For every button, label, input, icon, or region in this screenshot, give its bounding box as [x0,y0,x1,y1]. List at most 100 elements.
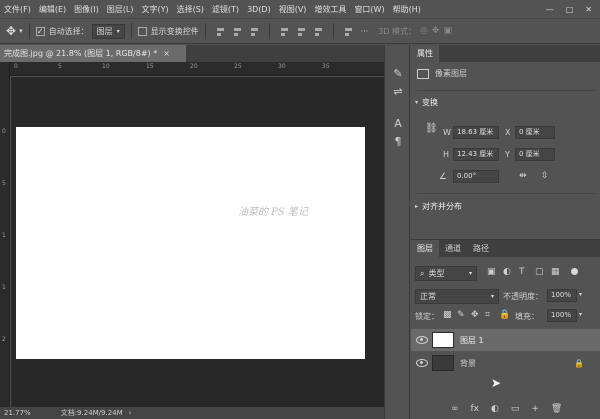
chevron-down-icon[interactable]: ▾ [579,311,582,318]
flip-vertical-icon[interactable]: ⇳ [541,171,549,181]
link-layers-icon[interactable]: ∞ [451,404,459,414]
menu-type[interactable]: 文字(Y) [137,4,172,15]
chevron-down-icon[interactable]: ▾ [579,291,582,298]
video-3d-icon[interactable]: ▣ [443,26,452,36]
tab-layers[interactable]: 图层 [411,240,439,257]
blend-mode-value: 正常 [420,292,436,301]
filter-adjustment-icon[interactable]: ◐ [503,267,511,277]
flip-horizontal-icon[interactable]: ⇹ [519,171,527,181]
tab-channels[interactable]: 通道 [439,240,467,257]
menu-plugins[interactable]: 增效工具 [310,4,350,15]
auto-select-checkbox[interactable]: ✓ [35,26,45,36]
character-icon[interactable]: A [391,117,405,131]
link-dimensions-icon[interactable]: ⛓ [425,123,438,134]
delete-layer-icon[interactable]: 🗑 [551,404,562,414]
layer-filter-dropdown[interactable]: ⌕ 类型 ▾ [415,266,477,281]
brush-icon[interactable]: ✎ [391,67,405,81]
ruler-tick: 20 [190,63,198,70]
visibility-eye-icon[interactable] [416,359,428,367]
filter-shape-icon[interactable]: ▢ [535,267,544,277]
menu-layer[interactable]: 图层(L) [103,4,138,15]
lock-transparent-icon[interactable]: ▩ [443,310,452,320]
menu-filter[interactable]: 滤镜(T) [208,4,243,15]
ruler-tick: 1 [2,284,6,291]
layer-row-layer1[interactable]: 图层 1 [411,329,600,351]
ruler-tick: 25 [234,63,242,70]
align-middle-v-icon[interactable] [296,26,307,37]
menu-file[interactable]: 文件(F) [0,4,35,15]
divider [268,23,270,39]
align-center-h-icon[interactable] [232,26,243,37]
document-tab[interactable]: 完成图.jpg @ 21.8% (图层 1, RGB/8#) * × [0,45,186,62]
divider [28,23,30,39]
new-layer-icon[interactable]: + [531,404,539,414]
zoom-level[interactable]: 21.77% [4,409,31,417]
transform-header[interactable]: ▾ 变换 [415,97,438,108]
menu-select[interactable]: 选择(S) [173,4,208,15]
close-window-button[interactable]: ✕ [585,5,592,14]
align-right-icon[interactable] [249,26,260,37]
width-field[interactable]: 18.63 厘米 [453,126,499,139]
menu-image[interactable]: 图像(I) [70,4,103,15]
menu-3d[interactable]: 3D(D) [243,5,275,14]
layer-row-background[interactable]: 背景 🔒 [411,352,600,374]
layer-name[interactable]: 图层 1 [460,335,484,346]
adjustments-icon[interactable]: ⇌ [391,85,405,99]
document-canvas[interactable] [16,127,365,359]
layers-tabbar: 图层 通道 路径 [411,240,600,257]
distribute-icon[interactable] [343,26,354,37]
align-bottom-icon[interactable] [313,26,324,37]
new-group-icon[interactable]: ▭ [511,404,520,414]
opacity-field[interactable]: 100% [547,289,577,302]
document-info: 文档:9.24M/9.24M [60,409,123,417]
minimize-button[interactable]: — [546,5,554,14]
add-mask-icon[interactable]: ◐ [491,404,499,414]
menu-view[interactable]: 视图(V) [275,4,311,15]
lock-position-icon[interactable]: ✥ [471,310,479,320]
x-label: X [505,128,511,137]
maximize-button[interactable]: □ [566,5,574,14]
height-field[interactable]: 12.43 厘米 [453,148,499,161]
move-tool-icon[interactable]: ✥ [6,24,16,38]
status-bar: 21.77% 文档:9.24M/9.24M › [0,407,384,419]
pan-3d-icon[interactable]: ✥ [432,26,440,36]
status-menu-arrow[interactable]: › [129,409,132,417]
collapsed-panel-dock: ✎ ⇌ A ¶ [384,45,410,419]
divider [417,90,595,91]
tool-preset-chevron-icon[interactable]: ▾ [19,27,23,35]
paragraph-icon[interactable]: ¶ [391,135,405,149]
menu-window[interactable]: 窗口(W) [350,4,388,15]
x-field[interactable]: 0 厘米 [515,126,555,139]
visibility-eye-icon[interactable] [416,336,428,344]
lock-pixels-icon[interactable]: ✎ [457,310,465,320]
show-transform-checkbox[interactable] [137,26,147,36]
align-left-icon[interactable] [215,26,226,37]
ruler-tick: 0 [2,128,6,135]
orbit-3d-icon[interactable]: ◎ [420,26,428,36]
blend-mode-dropdown[interactable]: 正常 ▾ [415,289,499,304]
layer-name[interactable]: 背景 [460,358,476,369]
ruler-tick: 5 [58,63,62,70]
align-distribute-header[interactable]: ▸ 对齐并分布 [415,201,462,212]
divider [130,23,132,39]
filter-toggle-icon[interactable] [571,268,578,275]
close-tab-icon[interactable]: × [163,49,170,58]
filter-pixel-icon[interactable]: ▣ [487,267,496,277]
angle-field[interactable]: 0.00° [453,170,499,183]
align-distribute-title: 对齐并分布 [422,202,463,211]
filter-type-icon[interactable]: T [519,267,525,277]
lock-artboard-icon[interactable]: ⌗ [485,310,490,320]
layer-style-icon[interactable]: fx [471,404,480,414]
fill-field[interactable]: 100% [547,309,577,322]
more-options-button[interactable]: ··· [361,27,369,36]
tab-paths[interactable]: 路径 [467,240,495,257]
y-field[interactable]: 0 厘米 [515,148,555,161]
tab-properties[interactable]: 属性 [411,45,439,62]
lock-all-icon[interactable]: 🔒 [499,310,510,320]
align-top-icon[interactable] [279,26,290,37]
filter-smart-object-icon[interactable]: ▦ [551,267,560,277]
menu-help[interactable]: 帮助(H) [389,4,425,15]
auto-select-target-dropdown[interactable]: 图层 ▾ [91,23,125,39]
menu-edit[interactable]: 编辑(E) [35,4,70,15]
ruler-tick: 30 [278,63,286,70]
